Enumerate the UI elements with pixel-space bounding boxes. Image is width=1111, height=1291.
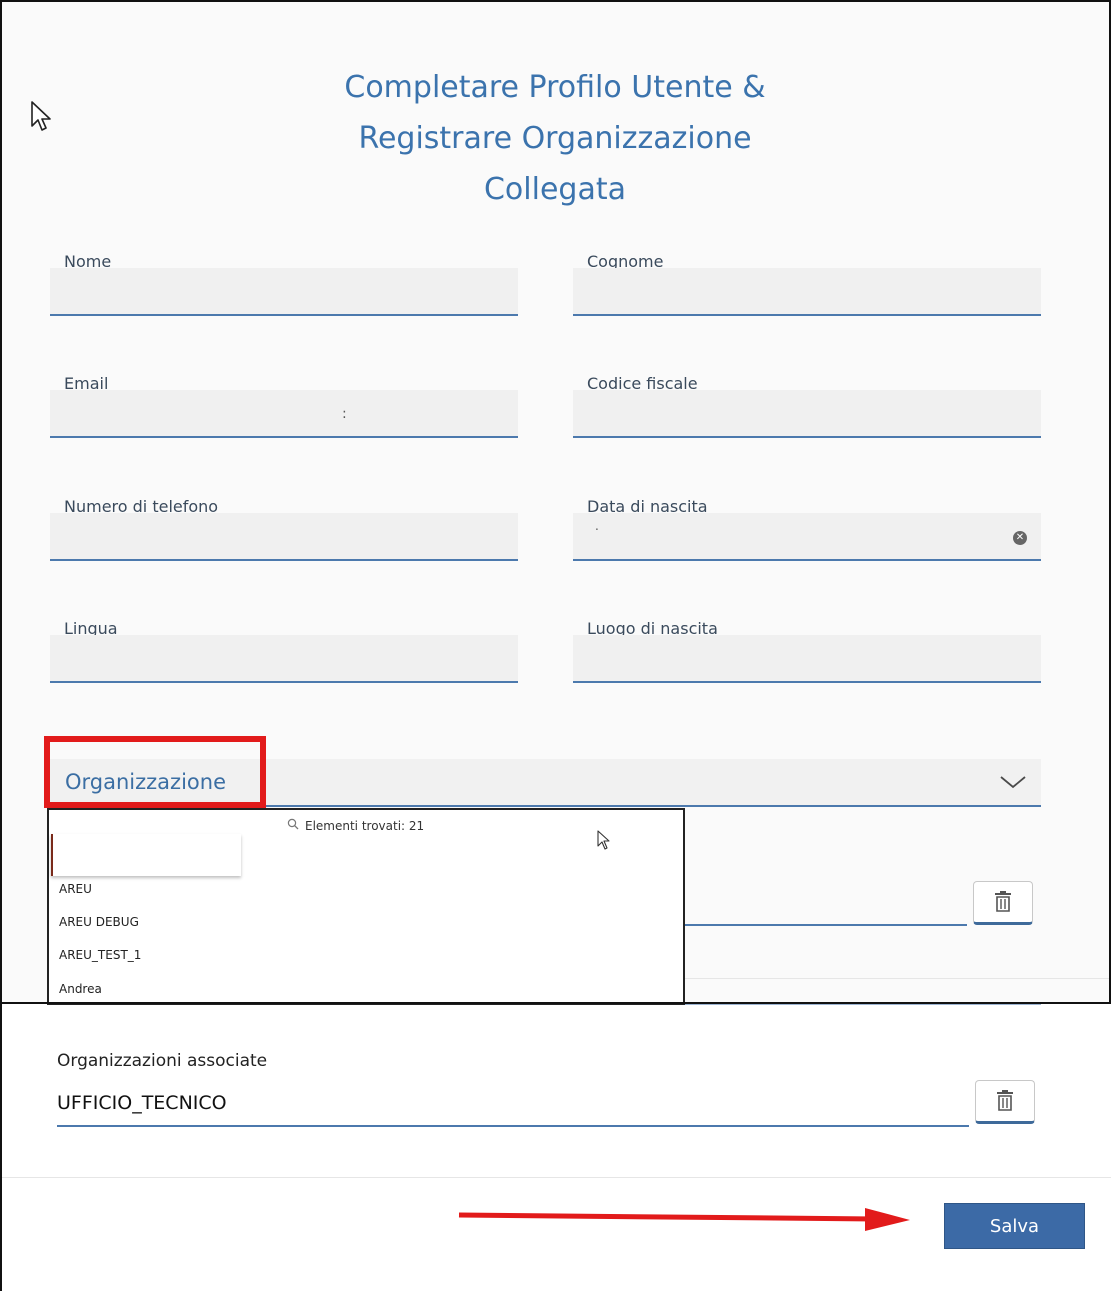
- arrow-annotation: [458, 1208, 910, 1231]
- delete-button-2[interactable]: [975, 1080, 1035, 1124]
- dropdown-option[interactable]: AREU: [59, 882, 92, 896]
- associate-value[interactable]: UFFICIO_TECNICO: [57, 1092, 227, 1114]
- email-input[interactable]: :: [50, 390, 518, 438]
- dropdown-search-input[interactable]: [51, 834, 241, 876]
- trash-icon: [995, 891, 1011, 912]
- associate-label: Organizzazioni associate: [57, 1051, 268, 1071]
- trash-icon: [997, 1090, 1013, 1111]
- underline-fragment: [685, 1004, 1041, 1005]
- title-line-2: Registrare Organizzazione: [358, 121, 752, 156]
- highlight-box: [44, 736, 266, 808]
- dropdown-option[interactable]: AREU_TEST_1: [59, 948, 141, 962]
- dropdown-option[interactable]: Andrea: [59, 982, 102, 996]
- found-count: Elementi trovati: 21: [287, 818, 424, 833]
- data-nascita-value: .: [595, 519, 599, 533]
- chevron-down-icon[interactable]: [999, 771, 1027, 791]
- title-line-3: Collegata: [483, 172, 626, 207]
- luogo-nascita-input[interactable]: [573, 635, 1041, 683]
- clear-circle-icon[interactable]: ✕: [1013, 531, 1027, 545]
- delete-button-1[interactable]: [973, 881, 1033, 925]
- lingua-input[interactable]: [50, 635, 518, 683]
- email-value: :: [342, 406, 347, 422]
- title-line-1: Completare Profilo Utente &: [344, 70, 766, 105]
- mouse-pointer-icon: [31, 101, 51, 131]
- telefono-input[interactable]: [50, 513, 518, 561]
- save-button[interactable]: Salva: [944, 1203, 1085, 1249]
- nome-input[interactable]: [50, 268, 518, 316]
- separator: [685, 978, 1109, 979]
- mouse-pointer-icon: [597, 830, 610, 850]
- cognome-input[interactable]: [573, 268, 1041, 316]
- page-title: Completare Profilo Utente & Registrare O…: [160, 62, 950, 215]
- footer-separator: [2, 1177, 1111, 1178]
- associate-row-1-underline: [685, 924, 967, 926]
- codice-fiscale-input[interactable]: [573, 390, 1041, 438]
- dropdown-option[interactable]: AREU DEBUG: [59, 915, 139, 929]
- data-nascita-input[interactable]: . ✕: [573, 513, 1041, 561]
- search-icon: [287, 818, 299, 833]
- associate-underline: [57, 1125, 969, 1127]
- organizzazione-dropdown[interactable]: Elementi trovati: 21 AREU AREU DEBUG ARE…: [47, 808, 685, 1005]
- found-count-text: Elementi trovati: 21: [305, 819, 425, 833]
